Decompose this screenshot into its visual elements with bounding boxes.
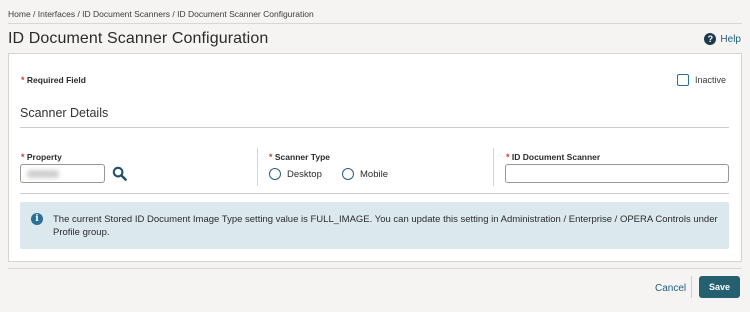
id-document-scanner-label-text: ID Document Scanner [511, 152, 601, 162]
property-input[interactable] [20, 164, 105, 183]
column-divider [493, 148, 494, 186]
id-document-scanner-label: * ID Document Scanner [506, 152, 600, 162]
desktop-label: Desktop [287, 168, 322, 180]
cancel-button[interactable]: Cancel [655, 283, 686, 294]
footer-divider [8, 268, 742, 269]
required-field-label: Required Field [26, 75, 86, 85]
mobile-label: Mobile [360, 168, 388, 180]
fields-divider [20, 193, 729, 194]
required-star: * [21, 75, 25, 85]
required-star: * [506, 152, 510, 162]
search-icon[interactable] [112, 166, 127, 181]
save-button[interactable]: Save [699, 276, 740, 298]
inactive-checkbox[interactable] [676, 74, 689, 86]
section-divider [20, 127, 729, 128]
help-link[interactable]: ? Help [704, 33, 741, 45]
required-field-note: * Required Field [21, 75, 86, 85]
scanner-config-card: * Required Field Inactive Scanner Detail… [8, 53, 742, 262]
scanner-type-mobile-option[interactable]: Mobile [342, 168, 388, 180]
property-label-text: Property [26, 152, 62, 162]
page-title: ID Document Scanner Configuration [8, 30, 269, 47]
scanner-type-desktop-option[interactable]: Desktop [269, 168, 322, 180]
property-value-redacted [27, 170, 59, 178]
id-document-scanner-input[interactable] [505, 164, 729, 183]
required-star: * [269, 152, 273, 162]
help-label: Help [720, 33, 741, 45]
scanner-type-label-text: Scanner Type [274, 152, 331, 162]
section-title: Scanner Details [20, 106, 109, 120]
info-message-text: The current Stored ID Document Image Typ… [53, 214, 718, 238]
info-message-box: i The current Stored ID Document Image T… [20, 202, 729, 249]
help-icon: ? [704, 33, 717, 45]
footer-button-divider [691, 276, 692, 298]
info-icon: i [31, 213, 43, 225]
required-star: * [21, 152, 25, 162]
breadcrumb[interactable]: Home / Interfaces / ID Document Scanners… [8, 9, 314, 19]
inactive-label: Inactive [694, 75, 726, 85]
header-divider [8, 23, 742, 24]
property-label: * Property [21, 152, 62, 162]
mobile-radio[interactable] [342, 168, 354, 180]
inactive-toggle[interactable]: Inactive [676, 74, 726, 86]
scanner-type-label: * Scanner Type [269, 152, 330, 162]
desktop-radio[interactable] [269, 168, 281, 180]
column-divider [257, 148, 258, 186]
